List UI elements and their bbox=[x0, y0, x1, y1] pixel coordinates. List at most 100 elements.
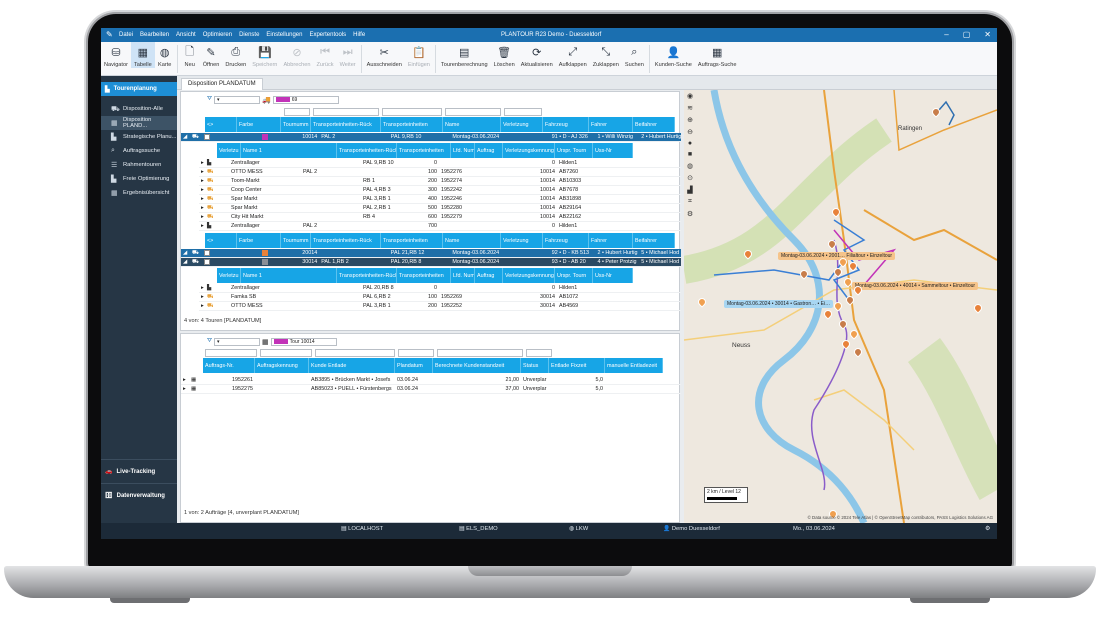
aufklappen-button[interactable]: ⤢ Aufklappen bbox=[556, 42, 590, 69]
sidebar-item-ergebnisübersicht[interactable]: ▦ Ergebnisübersicht bbox=[101, 186, 177, 200]
column-header[interactable]: Verletzung bbox=[501, 233, 543, 248]
tour-row[interactable]: ◢ ⛟ 30014 PAL 1,RB 2 PAL 20,RB 8 Montag-03.06… bbox=[181, 258, 681, 267]
karte-button[interactable]: ◍ Karte bbox=[155, 42, 175, 69]
column-header[interactable]: Verletzung bbox=[501, 117, 543, 132]
column-header[interactable]: Transporteinheiten-Rück bbox=[337, 268, 397, 283]
sidebar-item-strategische-planu-[interactable]: ▙ Strategische Planu... bbox=[101, 130, 177, 144]
tabelle-button[interactable]: ▦ Tabelle bbox=[130, 42, 155, 68]
column-header[interactable]: Verletzungskennung bbox=[503, 143, 555, 158]
column-header[interactable]: Transporteinheiten bbox=[397, 143, 451, 158]
column-header[interactable]: Name 1 bbox=[241, 143, 337, 158]
speichern-button[interactable]: 💾 Speichern bbox=[249, 42, 280, 69]
column-header[interactable]: Transporteinheiten-Rück bbox=[311, 117, 381, 132]
filter-icon[interactable]: ⛛ bbox=[207, 338, 212, 345]
minimize-icon[interactable]: – bbox=[944, 30, 948, 39]
column-header[interactable]: Verletzu bbox=[217, 268, 241, 283]
settings-icon[interactable]: ⚙ bbox=[985, 526, 990, 532]
zuklappen-button[interactable]: ⤡ Zuklappen bbox=[590, 42, 622, 69]
column-header[interactable]: Name bbox=[443, 233, 501, 248]
order-row[interactable]: ▸ ▦ 1952261 AB3895 • Brücken Markt • Josefs… bbox=[181, 376, 681, 385]
column-header[interactable]: Status bbox=[521, 358, 549, 373]
tour-row[interactable]: ◢ ⛟ 20014 PAL 21,RB 12 Montag-03.06.2024 92 •… bbox=[181, 249, 681, 258]
column-header[interactable]: <> bbox=[205, 233, 237, 248]
column-header[interactable]: Auftrag bbox=[475, 143, 503, 158]
column-header[interactable]: Transporteinheiten-Rück bbox=[337, 143, 397, 158]
column-header[interactable]: Uss-Nr bbox=[593, 268, 633, 283]
expand-icon[interactable]: ◢ bbox=[181, 258, 190, 266]
zoom-extent-icon[interactable]: ⊙ bbox=[687, 174, 693, 182]
column-header[interactable]: Farbe bbox=[237, 117, 281, 132]
chart-icon[interactable]: ▟ bbox=[687, 186, 692, 194]
record-icon[interactable]: ● bbox=[688, 140, 692, 147]
sidebar-item-rahmentouren[interactable]: ☰ Rahmentouren bbox=[101, 158, 177, 172]
column-filter-input[interactable] bbox=[313, 107, 379, 116]
menu-item[interactable]: Ansicht bbox=[176, 32, 196, 38]
stop-row[interactable]: ▸ ⛟ Famka SB PAL 6,RB 2 100 1952269 30014 AB107… bbox=[199, 293, 681, 302]
ausschneiden-button[interactable]: ✂ Ausschneiden bbox=[364, 42, 405, 69]
stack-icon[interactable]: ≋ bbox=[687, 104, 693, 112]
column-header[interactable]: Plandatum bbox=[395, 358, 433, 373]
neu-button[interactable]: 🗋 Neu bbox=[180, 42, 200, 69]
menu-item[interactable]: Bearbeiten bbox=[140, 32, 169, 38]
column-header[interactable]: Transporteinheiten-Rück bbox=[311, 233, 381, 248]
menu-item[interactable]: Dienste bbox=[239, 32, 259, 38]
column-header[interactable]: Urspr. Tourn bbox=[555, 143, 593, 158]
settings-icon[interactable]: ⚙ bbox=[687, 210, 693, 218]
pen-icon[interactable]: ✎ bbox=[106, 30, 113, 39]
expand-icon[interactable]: ▸ bbox=[181, 385, 189, 393]
stop-icon[interactable]: ■ bbox=[688, 151, 692, 158]
menu-item[interactable]: Hilfe bbox=[353, 32, 365, 38]
column-header[interactable]: Fahrzeug bbox=[543, 117, 589, 132]
expand-icon[interactable]: ◢ bbox=[181, 133, 190, 141]
filter-dropdown[interactable]: ▾ bbox=[214, 95, 261, 104]
tour-filter-dropdown[interactable]: 69 bbox=[272, 95, 339, 104]
sidebar-item-disposition-pland-[interactable]: ▦ Disposition PLAND... bbox=[101, 116, 177, 130]
einfügen-button[interactable]: 📋 Einfügen bbox=[405, 42, 433, 69]
navigator-button[interactable]: ⛁ Navigator bbox=[101, 42, 131, 69]
column-header[interactable]: Kunde Entlade bbox=[309, 358, 395, 373]
column-filter-input[interactable] bbox=[398, 348, 434, 357]
sidebar-item-live-tracking[interactable]: 🚗 Live-Tracking bbox=[101, 459, 177, 483]
menu-item[interactable]: Expertentools bbox=[309, 32, 346, 38]
column-filter-input[interactable] bbox=[260, 348, 312, 357]
sidebar-item-auftragssuche[interactable]: ⌕ Auftragssuche bbox=[101, 144, 177, 158]
stop-row[interactable]: ▸ ▙ Zentrallager PAL 2 700 0 Hilden1 bbox=[199, 222, 681, 231]
sidebar-item-freie-optimierung[interactable]: ▙ Freie Optimierung bbox=[101, 172, 177, 186]
column-header[interactable]: Name 1 bbox=[241, 268, 337, 283]
stop-row[interactable]: ▸ ⛟ OTTO MESS PAL 3,RB 1 200 1952252 30014 AB45… bbox=[199, 302, 681, 311]
filter-icon[interactable]: ⛛ bbox=[207, 96, 212, 103]
column-header[interactable]: Transporteinheiten bbox=[381, 117, 443, 132]
column-header[interactable]: manuelle Entladezeit bbox=[605, 358, 663, 373]
zoom-out-icon[interactable]: ⊖ bbox=[687, 128, 693, 136]
zoom-in-icon[interactable]: ⊕ bbox=[687, 116, 693, 124]
column-filter-input[interactable] bbox=[437, 348, 523, 357]
order-row[interactable]: ▸ ▦ 1952275 AB85023 • PUELL • Fürstenbergs 0… bbox=[181, 385, 681, 394]
tourenberechnung-button[interactable]: ▤ Tourenberechnung bbox=[438, 42, 491, 69]
column-header[interactable]: Auftragskennung bbox=[255, 358, 309, 373]
column-header[interactable]: Fahrzeug bbox=[543, 233, 589, 248]
abbrechen-button[interactable]: ⊘ Abbrechen bbox=[280, 42, 313, 69]
column-header[interactable]: Fahrer bbox=[589, 117, 633, 132]
column-header[interactable]: Verletzu bbox=[217, 143, 241, 158]
stop-row[interactable]: ▸ ⛟ Toom-Markt RB 1 200 1952274 10014 AB10303 bbox=[199, 177, 681, 186]
column-header[interactable]: Farbe bbox=[237, 233, 281, 248]
stop-row[interactable]: ▸ ▙ Zentrallager PAL 9,RB 10 0 0 Hilden1 bbox=[199, 159, 681, 168]
column-header[interactable]: Tournumm bbox=[281, 233, 311, 248]
drucken-button[interactable]: ⎙ Drucken bbox=[222, 42, 249, 69]
sidebar-item-disposition-alle[interactable]: ⛟ Disposition-Alle bbox=[101, 102, 177, 116]
tab-disposition-plandatum[interactable]: Disposition PLANDATUM bbox=[181, 78, 263, 90]
tour-filter-dropdown[interactable]: Tour 10014 bbox=[270, 337, 337, 346]
column-header[interactable]: Tournumm bbox=[281, 117, 311, 132]
column-filter-input[interactable] bbox=[205, 348, 257, 357]
column-header[interactable]: Name bbox=[443, 117, 501, 132]
column-header[interactable]: Auftrags-Nr. bbox=[203, 358, 255, 373]
suchen-button[interactable]: ⌕ Suchen bbox=[622, 42, 647, 69]
route-map[interactable]: ◉ ≋ ⊕ ⊖ ● ■ ◍ ⊙ ▟ ⌗ ⚙ Montag-03.06.2024 … bbox=[684, 90, 997, 523]
aktualisieren-button[interactable]: ⟳ Aktualisieren bbox=[518, 42, 556, 69]
stop-row[interactable]: ▸ ⛟ Coop Center PAL 4,RB 3 300 1952242 10014 AB… bbox=[199, 186, 681, 195]
löschen-button[interactable]: 🗑 Löschen bbox=[491, 42, 518, 69]
stop-row[interactable]: ▸ ⛟ Spar Markt PAL 3,RB 1 400 1952246 10014 AB3… bbox=[199, 195, 681, 204]
tour-row[interactable]: ◢ ⛟ 10014 PAL 2 PAL 9,RB 10 Montag-03.06.2024… bbox=[181, 133, 681, 142]
weiter-button[interactable]: ⏭ Weiter bbox=[337, 42, 359, 69]
stop-row[interactable]: ▸ ⛟ Spar Markt PAL 2,RB 1 500 1952280 10014 AB2… bbox=[199, 204, 681, 213]
